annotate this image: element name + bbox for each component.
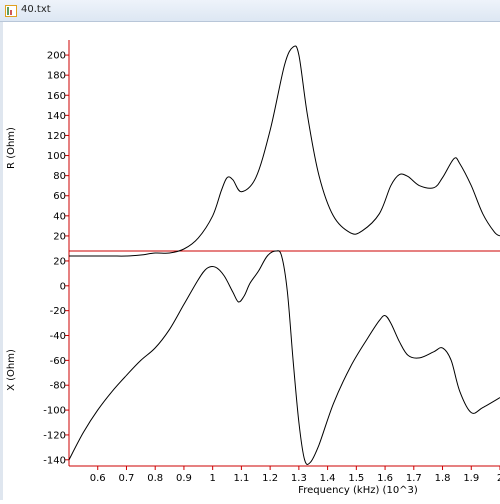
x-tick-label: 0	[60, 281, 66, 292]
impedance-plot: R (Ohm) X (Ohm) Frequency (kHz) (10^3) 2…	[6, 40, 500, 496]
frequency-tick-label: 1.5	[348, 473, 364, 484]
frequency-tick-label: 0.8	[147, 473, 163, 484]
window-title: 40.txt	[21, 4, 51, 15]
r-tick-label: 160	[47, 91, 66, 102]
frequency-tick-label: 1	[209, 473, 215, 484]
r-tick-label: 180	[47, 71, 66, 82]
r-tick-label: 20	[53, 231, 66, 242]
r-tick-label: 200	[47, 51, 66, 62]
r-tick-label: 120	[47, 131, 66, 142]
frequency-tick-label: 1.1	[233, 473, 249, 484]
plot-area: R (Ohm) X (Ohm) Frequency (kHz) (10^3) 2…	[0, 22, 500, 500]
r-axis-label: R (Ohm)	[6, 127, 17, 169]
x-tick-label: -80	[50, 381, 66, 392]
x-tick-label: -20	[50, 306, 66, 317]
frequency-tick-label: 1.7	[406, 473, 422, 484]
x-tick-label: -60	[50, 356, 66, 367]
frequency-tick-label: 0.7	[119, 473, 135, 484]
x-tick-label: 20	[53, 256, 66, 267]
resistance-curve	[68, 45, 500, 257]
text-file-icon	[5, 5, 17, 17]
r-tick-label: 80	[53, 171, 66, 182]
frequency-tick-label: 1.9	[463, 473, 479, 484]
x-tick-label: -120	[43, 430, 66, 441]
title-bar: 40.txt	[0, 0, 500, 22]
frequency-tick-label: 1.6	[377, 473, 393, 484]
frequency-tick-label: 0.9	[176, 473, 192, 484]
frequency-tick-label: 0.6	[90, 473, 106, 484]
x-tick-label: -140	[43, 455, 66, 466]
frequency-tick-label: 1.4	[320, 473, 336, 484]
reactance-curve	[68, 250, 500, 465]
frequency-tick-label: 1.8	[435, 473, 451, 484]
r-tick-label: 100	[47, 151, 66, 162]
x-tick-label: -40	[50, 331, 66, 342]
x-axis-label: X (Ohm)	[6, 349, 17, 391]
r-tick-label: 140	[47, 111, 66, 122]
r-tick-label: 60	[53, 191, 66, 202]
frequency-tick-label: 1.3	[291, 473, 307, 484]
frequency-tick-label: 1.2	[262, 473, 278, 484]
frequency-axis-label: Frequency (kHz) (10^3)	[298, 485, 418, 496]
r-tick-label: 40	[53, 211, 66, 222]
x-tick-label: -100	[43, 406, 66, 417]
